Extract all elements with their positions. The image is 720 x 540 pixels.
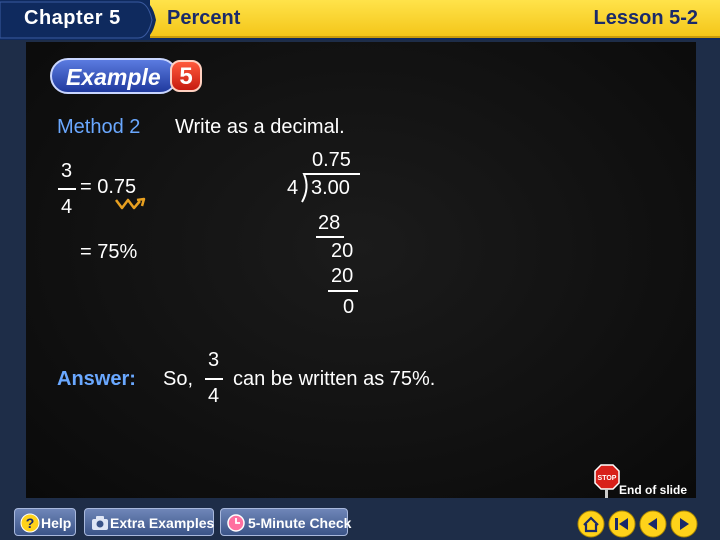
chapter-title: Chapter 5: [24, 7, 121, 29]
slide-canvas: [26, 42, 696, 498]
example-number: 5: [179, 63, 193, 90]
work-fraction-numerator: 3: [61, 160, 73, 182]
work-fraction-denominator: 4: [61, 196, 73, 218]
home-button-icon[interactable]: [577, 510, 605, 538]
division-step-20b: 20: [331, 265, 354, 287]
help-icon: ?: [20, 513, 40, 533]
method-label: Method 2: [57, 116, 141, 138]
division-quotient: 0.75: [312, 149, 351, 171]
work-equals-percent: = 75%: [80, 241, 138, 263]
example-label: Example: [66, 64, 161, 90]
next-slide-button-icon[interactable]: [670, 510, 698, 538]
division-remainder: 0: [343, 296, 355, 318]
end-of-slide-label: End of slide: [619, 483, 688, 497]
first-slide-button-icon[interactable]: [608, 510, 636, 538]
extra-examples-button[interactable]: Extra Examples: [84, 508, 214, 536]
extra-examples-label: Extra Examples: [110, 515, 215, 531]
answer-label: Answer:: [57, 368, 136, 390]
work-fraction-bar: [58, 188, 76, 190]
five-minute-check-button[interactable]: 5-Minute Check: [220, 508, 352, 536]
method-text: Write as a decimal.: [175, 116, 345, 138]
lesson-title: Lesson 5-2: [593, 7, 698, 29]
clock-icon: [227, 514, 245, 532]
answer-fraction-denominator: 4: [208, 385, 220, 407]
example-badge: Example 5: [50, 58, 202, 94]
division-divisor: 4: [287, 177, 299, 199]
help-label: Help: [41, 515, 72, 531]
svg-text:?: ?: [26, 515, 35, 531]
division-rule-1: [316, 236, 344, 238]
division-step-20a: 20: [331, 240, 354, 262]
header-bar: Chapter 5 Percent Lesson 5-2: [0, 0, 720, 40]
example-pill: Example: [50, 58, 178, 94]
section-title: Percent: [167, 7, 241, 29]
previous-slide-button-icon[interactable]: [639, 510, 667, 538]
example-number-box: 5: [170, 60, 202, 92]
answer-fraction-numerator: 3: [208, 349, 220, 371]
answer-fraction-bar: [205, 378, 223, 380]
stop-sign-icon: STOP: [594, 464, 620, 498]
answer-so: So,: [163, 368, 194, 390]
division-rule-2: [328, 290, 358, 292]
five-minute-check-label: 5-Minute Check: [248, 515, 352, 531]
extra-examples-icon: [92, 516, 108, 530]
squiggle-arrow-icon: [115, 197, 146, 210]
answer-text: can be written as 75%.: [233, 368, 436, 390]
division-step-28: 28: [318, 212, 341, 234]
chapter-tab: Chapter 5: [0, 0, 160, 40]
help-button[interactable]: ? Help: [14, 508, 76, 536]
division-dividend: 3.00: [311, 177, 350, 199]
svg-text:STOP: STOP: [598, 475, 617, 482]
